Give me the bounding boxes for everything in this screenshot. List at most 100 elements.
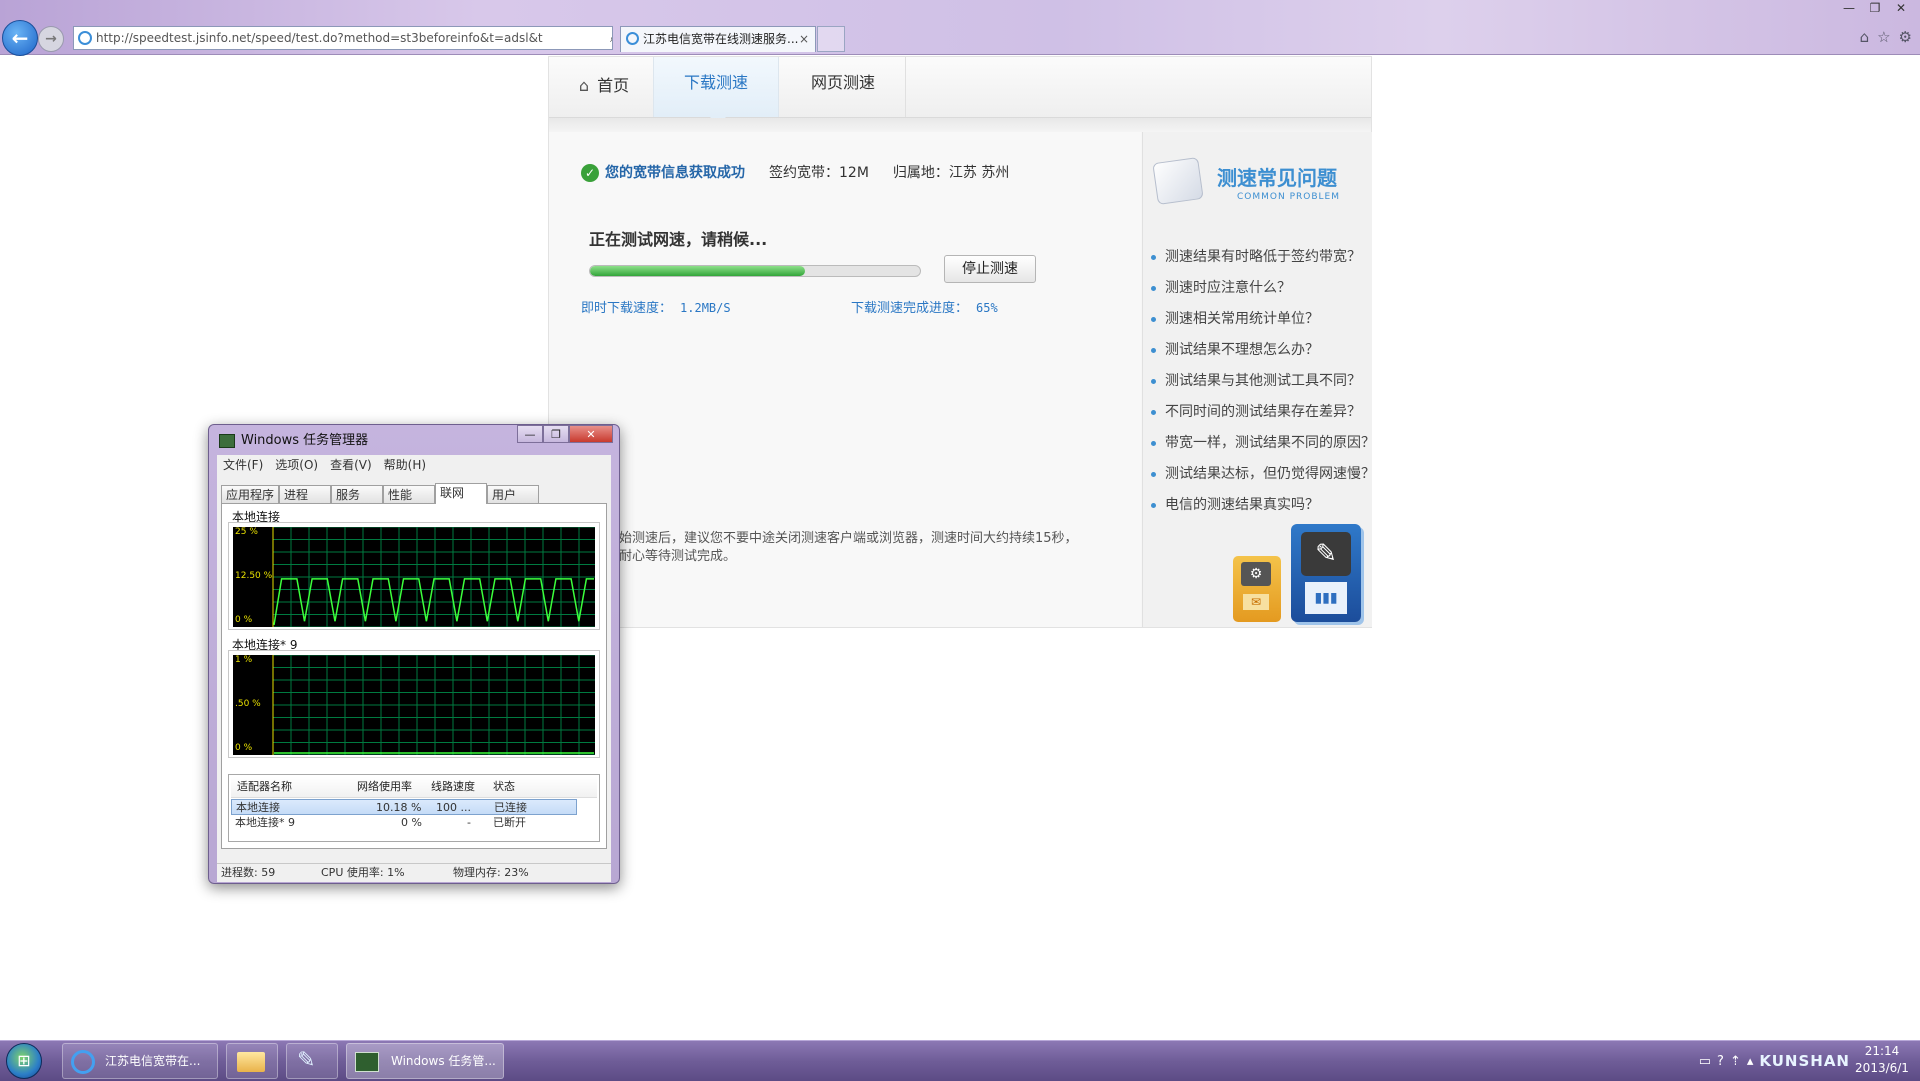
folder-icon — [237, 1052, 265, 1072]
col-speed[interactable]: 线路速度 — [431, 777, 475, 797]
nav-divider — [549, 118, 1371, 132]
taskbar-task-manager-button[interactable]: Windows 任务管... — [346, 1043, 504, 1079]
task-manager-icon — [355, 1052, 379, 1072]
network-graph: 1 % .50 % 0 % — [233, 654, 595, 756]
stop-test-button[interactable]: 停止测速 — [944, 255, 1036, 283]
graph-tick-max: 25 % — [235, 527, 258, 537]
adapter-state: 已断开 — [493, 816, 526, 829]
gear-icon[interactable]: ⚙ — [1899, 28, 1912, 46]
mail-icon: ✉ — [1243, 594, 1269, 610]
tm-title: Windows 任务管理器 — [241, 433, 369, 448]
nav-home[interactable]: ⌂ 首页 — [559, 57, 649, 117]
keyboard-icon[interactable]: ▭ — [1699, 1054, 1711, 1069]
menu-view[interactable]: 查看(V) — [330, 455, 372, 475]
faq-item[interactable]: 测试结果达标，但仍觉得网速慢？ — [1151, 459, 1375, 490]
graph-tick-max: 1 % — [235, 655, 253, 665]
tm-body: 应用程序 进程 服务 性能 联网 用户 本地连接 25 % 12.50 % 0 … — [217, 475, 611, 863]
minimize-icon[interactable]: — — [1836, 0, 1862, 16]
tab-processes[interactable]: 进程 — [279, 485, 332, 503]
faq-item[interactable]: 不同时间的测试结果存在差异？ — [1151, 397, 1375, 428]
graph-local-connection-9: 本地连接* 9 1 % .50 % 0 % — [228, 636, 600, 760]
tab-services[interactable]: 服务 — [331, 485, 384, 503]
nav-download-test[interactable]: 下载测速 — [653, 57, 779, 125]
tools-illustration: ⚙ ✉ ✎ ▮▮▮ — [1233, 524, 1363, 624]
tab-networking[interactable]: 联网 — [435, 483, 488, 504]
clock[interactable]: 21:14 2013/6/1 — [1852, 1043, 1912, 1077]
forward-arrow-icon: → — [45, 31, 57, 47]
tab-close-icon[interactable]: × — [799, 27, 809, 51]
taskbar-explorer-button[interactable] — [226, 1043, 278, 1079]
tm-titlebar[interactable]: Windows 任务管理器 — [219, 429, 368, 453]
tm-tabs: 应用程序 进程 服务 性能 联网 用户 — [221, 483, 540, 504]
system-tray: ▭ ? ⇡ ▴ KUNSHAN — [1699, 1041, 1850, 1081]
network-graph-svg — [272, 654, 595, 756]
faq-item[interactable]: 测试结果与其他测试工具不同？ — [1151, 366, 1375, 397]
progress-value: 65% — [976, 301, 998, 315]
forward-button[interactable]: → — [38, 26, 64, 52]
house-icon: ⌂ — [578, 76, 590, 95]
col-usage[interactable]: 网络使用率 — [357, 777, 412, 797]
nav-download-label: 下载测速 — [683, 73, 748, 92]
adapter-usage: 0 % — [401, 816, 422, 829]
new-tab-button[interactable] — [817, 26, 845, 52]
tm-window-controls: — ❐ ✕ — [517, 425, 613, 443]
taskbar-ie-button[interactable]: 江苏电信宽带在... — [62, 1043, 218, 1079]
start-button[interactable]: ⊞ — [6, 1043, 42, 1079]
show-hidden-icons[interactable]: ▴ — [1747, 1054, 1754, 1069]
adapter-speed: - — [467, 816, 471, 829]
progress-fill — [590, 266, 805, 276]
network-icon[interactable]: ⇡ — [1730, 1054, 1741, 1069]
faq-document-icon — [1152, 157, 1204, 205]
menu-file[interactable]: 文件(F) — [223, 455, 263, 475]
tray-brand-text: KUNSHAN — [1759, 1052, 1850, 1070]
tab-performance[interactable]: 性能 — [383, 485, 436, 503]
ie-page-icon — [78, 31, 92, 45]
tab-users[interactable]: 用户 — [487, 485, 540, 503]
faq-item[interactable]: 测速时应注意什么？ — [1151, 273, 1375, 304]
faq-item[interactable]: 测试结果不理想怎么办？ — [1151, 335, 1375, 366]
wrench-chart-illustration: ✎ ▮▮▮ — [1291, 524, 1361, 622]
tm-minimize-icon[interactable]: — — [517, 425, 543, 443]
tm-maximize-icon[interactable]: ❐ — [543, 425, 569, 443]
table-row[interactable]: 本地连接 10.18 % 100 ... 已连接 — [231, 799, 577, 815]
faq-item[interactable]: 测速结果有时略低于签约带宽？ — [1151, 242, 1375, 273]
instant-speed-label: 即时下载速度： — [581, 301, 673, 316]
help-icon[interactable]: ? — [1717, 1054, 1724, 1069]
favorites-star-icon[interactable]: ☆ — [1877, 28, 1890, 46]
notice-line-1: 始测速后，建议您不要中途关闭测速客户端或浏览器，测速时间大约持续15秒， — [619, 531, 1078, 546]
back-button[interactable]: ← — [2, 20, 38, 56]
check-icon: ✓ — [581, 164, 599, 182]
close-icon[interactable]: ✕ — [1888, 0, 1914, 16]
faq-item[interactable]: 测速相关常用统计单位？ — [1151, 304, 1375, 335]
test-notice: 始测速后，建议您不要中途关闭测速客户端或浏览器，测速时间大约持续15秒， 耐心等… — [619, 530, 1139, 566]
adapter-state: 已连接 — [494, 801, 527, 814]
address-bar[interactable]: http://speedtest.jsinfo.net/speed/test.d… — [73, 26, 613, 50]
nav-web-test[interactable]: 网页测速 — [781, 57, 906, 117]
col-adapter[interactable]: 适配器名称 — [237, 777, 292, 797]
restore-icon[interactable]: ❐ — [1862, 0, 1888, 16]
testing-title: 正在测试网速，请稍候... — [589, 230, 768, 249]
faq-header: 测速常见问题 COMMON PROBLEM — [1152, 152, 1365, 212]
tm-close-icon[interactable]: ✕ — [569, 425, 613, 443]
faq-panel: 测速常见问题 COMMON PROBLEM 测速结果有时略低于签约带宽？ 测速时… — [1142, 132, 1375, 627]
table-row[interactable]: 本地连接* 9 0 % - 已断开 — [231, 815, 577, 831]
progress-bar — [589, 265, 921, 277]
ie-icon — [71, 1050, 95, 1074]
search-icon[interactable]: ⌕ — [610, 27, 612, 49]
menu-options[interactable]: 选项(O) — [275, 455, 318, 475]
bar-chart-icon: ▮▮▮ — [1305, 582, 1347, 614]
mail-gear-illustration: ⚙ ✉ — [1233, 556, 1281, 622]
tab-ie-icon — [626, 32, 639, 45]
menu-help[interactable]: 帮助(H) — [384, 455, 426, 475]
taskbar: ⊞ 江苏电信宽带在... ✎ Windows 任务管... ▭ ? ⇡ ▴ KU… — [0, 1040, 1920, 1081]
browser-tab[interactable]: 江苏电信宽带在线测速服务... × — [620, 26, 816, 52]
adapter-table: 适配器名称 网络使用率 线路速度 状态 本地连接 10.18 % 100 ...… — [228, 774, 600, 842]
graph-frame: 1 % .50 % 0 % — [228, 650, 600, 758]
home-icon[interactable]: ⌂ — [1860, 28, 1870, 46]
tab-applications[interactable]: 应用程序 — [221, 485, 280, 503]
download-progress: 下载测速完成进度： 65% — [851, 297, 998, 316]
col-state[interactable]: 状态 — [493, 777, 515, 797]
faq-item[interactable]: 电信的测速结果真实吗？ — [1151, 490, 1375, 521]
faq-item[interactable]: 带宽一样，测试结果不同的原因？ — [1151, 428, 1375, 459]
taskbar-pinned-app-button[interactable]: ✎ — [286, 1043, 338, 1079]
